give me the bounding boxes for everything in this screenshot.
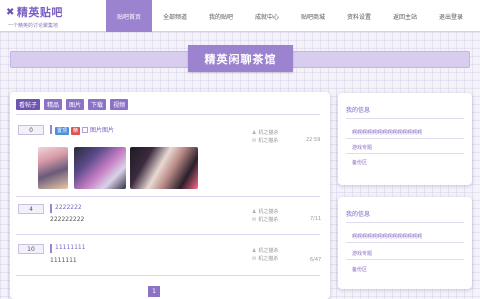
- post-time: 6/47: [310, 257, 322, 263]
- page-title: 精英闲聊茶馆: [188, 45, 293, 72]
- user-icon: ♟: [252, 130, 257, 136]
- reply-count: 0: [18, 125, 44, 135]
- post-author[interactable]: ♟ 机之猫杀: [252, 129, 279, 136]
- post-excerpt: 1111111: [50, 257, 77, 264]
- side-card-title: 我的信息: [346, 107, 371, 114]
- divider: [346, 259, 464, 260]
- side-card-my-info: 我的信息 啊啊啊啊啊啊啊啊啊啊啊啊啊啊 游戏专题 备份区: [338, 93, 472, 185]
- reply-icon: ✉: [252, 217, 257, 223]
- featured-badge: 精: [71, 127, 81, 135]
- post-thumbnail[interactable]: [130, 147, 198, 189]
- tab-all-posts[interactable]: 看帖子: [16, 99, 41, 110]
- title-marker: [50, 244, 52, 253]
- main-nav: 贴吧首页 全部频道 我的贴吧 成就中心 贴吧商城 资料设置 返回主站 退出登录: [106, 0, 474, 32]
- pagination-current-page[interactable]: 1: [148, 286, 160, 297]
- tab-images[interactable]: 图片: [66, 99, 85, 110]
- reply-count: 10: [18, 244, 44, 254]
- post-title-text: 图片图片: [90, 127, 115, 134]
- user-icon: ♟: [252, 209, 257, 215]
- sticky-badge: 置顶: [55, 127, 70, 135]
- nav-item-logout[interactable]: 退出登录: [428, 0, 474, 32]
- side-link[interactable]: 备份区: [352, 266, 367, 273]
- divider: [16, 196, 320, 197]
- divider: [16, 275, 320, 276]
- top-header: ✖ 精英贴吧 一个精英的讨论聚集地 贴吧首页 全部频道 我的贴吧 成就中心 贴吧…: [0, 0, 480, 32]
- reply-icon: ✉: [252, 256, 257, 262]
- reply-count: 4: [18, 204, 44, 214]
- post-author[interactable]: ♟ 机之猫杀: [252, 208, 279, 215]
- divider: [346, 138, 464, 139]
- side-link[interactable]: 备份区: [352, 159, 367, 166]
- nav-item-channels[interactable]: 全部频道: [152, 0, 198, 32]
- filter-tabs: 看帖子 精品 图片 下载 视频: [16, 99, 129, 110]
- post-last-reply[interactable]: ✉ 机之猫杀: [252, 255, 278, 262]
- nav-item-settings[interactable]: 资料设置: [336, 0, 382, 32]
- post-thumbnail[interactable]: [38, 147, 68, 189]
- divider: [346, 153, 464, 154]
- post-title[interactable]: 11111111: [55, 244, 86, 251]
- side-link[interactable]: 游戏专题: [352, 250, 372, 257]
- nav-item-shop[interactable]: 贴吧商城: [290, 0, 336, 32]
- site-logo[interactable]: ✖ 精英贴吧 一个精英的讨论聚集地: [6, 4, 106, 29]
- logo-mark-icon: ✖: [6, 6, 15, 18]
- side-card-title: 我的信息: [346, 211, 371, 218]
- side-card-my-info: 我的信息 啊啊啊啊啊啊啊啊啊啊啊啊啊啊 游戏专题 备份区: [338, 197, 472, 289]
- side-link[interactable]: 啊啊啊啊啊啊啊啊啊啊啊啊啊啊: [352, 129, 422, 136]
- nav-item-main-site[interactable]: 返回主站: [382, 0, 428, 32]
- side-link[interactable]: 游戏专题: [352, 144, 372, 151]
- title-marker: [50, 125, 52, 134]
- reply-icon: ✉: [252, 138, 257, 144]
- post-title[interactable]: 置顶精 图片图片: [55, 125, 114, 135]
- divider: [16, 114, 320, 115]
- tab-videos[interactable]: 视频: [110, 99, 129, 110]
- post-time: 7/11: [310, 216, 322, 222]
- post-author[interactable]: ♟ 机之猫杀: [252, 247, 279, 254]
- logo-title: 精英贴吧: [16, 6, 63, 19]
- divider: [16, 234, 320, 235]
- title-marker: [50, 204, 52, 213]
- post-thumbnail[interactable]: [74, 147, 126, 189]
- tab-downloads[interactable]: 下载: [88, 99, 107, 110]
- post-last-reply[interactable]: ✉ 机之猫杀: [252, 216, 278, 223]
- logo-subtitle: 一个精英的讨论聚集地: [8, 23, 59, 29]
- post-last-reply[interactable]: ✉ 机之猫杀: [252, 137, 278, 144]
- divider: [346, 242, 464, 243]
- nav-item-home[interactable]: 贴吧首页: [106, 0, 152, 32]
- image-icon: [82, 127, 89, 133]
- divider: [346, 222, 464, 223]
- post-time: 22:59: [306, 137, 321, 143]
- post-excerpt: 222222222: [50, 216, 85, 223]
- post-title[interactable]: 2222222: [55, 204, 82, 211]
- side-link[interactable]: 啊啊啊啊啊啊啊啊啊啊啊啊啊啊: [352, 233, 422, 240]
- user-icon: ♟: [252, 248, 257, 254]
- tab-featured[interactable]: 精品: [44, 99, 63, 110]
- nav-item-achievements[interactable]: 成就中心: [244, 0, 290, 32]
- divider: [346, 118, 464, 119]
- nav-item-my-bar[interactable]: 我的贴吧: [198, 0, 244, 32]
